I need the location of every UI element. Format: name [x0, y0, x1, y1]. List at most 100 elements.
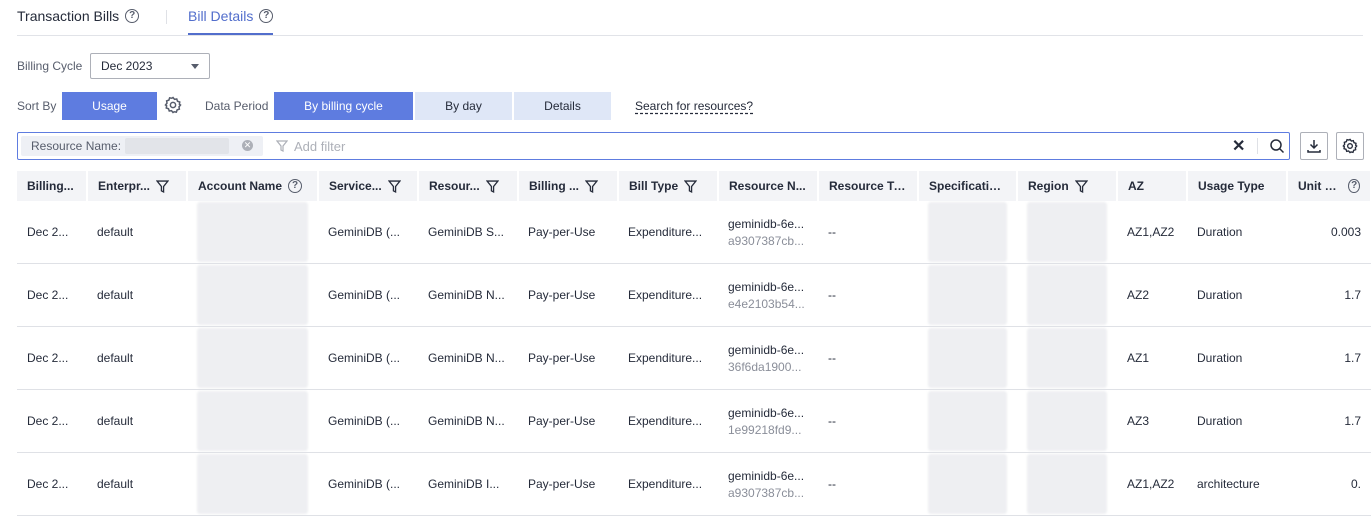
redacted-value — [928, 265, 1007, 325]
cell-unit-price: 1.7 — [1287, 389, 1371, 453]
cell-bill-type: Expenditure... — [618, 263, 718, 327]
cell-region — [1017, 263, 1117, 327]
help-icon[interactable]: ? — [259, 9, 274, 23]
cell-enterprise: default — [87, 201, 187, 264]
col-resource-name[interactable]: Resource N... — [718, 171, 819, 201]
cell-resource-tag: -- — [818, 389, 918, 453]
help-icon[interactable]: ? — [1348, 179, 1360, 193]
filter-bar[interactable]: Resource Name: ✕ Add filter ✕ — [17, 132, 1290, 160]
cell-bill-type: Expenditure... — [618, 452, 718, 516]
sort-by-usage-button[interactable]: Usage — [62, 92, 157, 120]
redacted-value — [1027, 454, 1107, 514]
cell-resource-name: geminidb-6e... a9307387cb... — [718, 201, 818, 264]
filter-icon[interactable] — [585, 179, 598, 193]
cell-resource-name: geminidb-6e... 1e99218fd9... — [718, 389, 818, 453]
filter-chip-resource-name[interactable]: Resource Name: ✕ — [21, 136, 263, 156]
cell-resource-tag: -- — [818, 263, 918, 327]
clear-filter-icon[interactable]: ✕ — [1232, 136, 1245, 156]
cell-service: GeminiDB (... — [318, 452, 418, 516]
cell-unit-price: 1.7 — [1287, 263, 1371, 327]
cell-usage-type: Duration — [1187, 201, 1287, 264]
cell-resource-type: GeminiDB N... — [418, 263, 518, 327]
col-billing-mode[interactable]: Billing ... — [518, 171, 619, 201]
cell-unit-price: 1.7 — [1287, 326, 1371, 390]
cell-unit-price: 0. — [1287, 452, 1371, 516]
col-resource-type[interactable]: Resour... — [418, 171, 519, 201]
data-period-label: Data Period — [205, 99, 269, 113]
cell-bill-type: Expenditure... — [618, 389, 718, 453]
search-resources-link[interactable]: Search for resources? — [635, 99, 753, 113]
cell-region — [1017, 389, 1117, 453]
filter-icon[interactable] — [1074, 179, 1088, 193]
resource-id: a9307387cb... — [728, 233, 805, 248]
chip-remove-icon[interactable]: ✕ — [242, 140, 253, 151]
help-icon[interactable]: ? — [288, 179, 303, 193]
cell-az: AZ1 — [1117, 326, 1187, 390]
tab-divider — [166, 10, 167, 24]
cell-billing-mode: Pay-per-Use — [518, 201, 618, 264]
cell-resource-name: geminidb-6e... 36f6da1900... — [718, 326, 818, 390]
data-period-by-day[interactable]: By day — [415, 92, 512, 120]
col-enterprise-project[interactable]: Enterpr... — [87, 171, 188, 201]
col-resource-tag[interactable]: Resource Tag — [818, 171, 919, 201]
cell-resource-type: GeminiDB N... — [418, 326, 518, 390]
table-settings-button[interactable] — [1336, 132, 1364, 160]
cell-billing-cycle: Dec 2... — [17, 201, 87, 264]
filter-icon[interactable] — [485, 179, 499, 193]
col-az[interactable]: AZ — [1117, 171, 1188, 201]
cell-resource-type: GeminiDB I... — [418, 452, 518, 516]
cell-account-name — [187, 326, 318, 390]
col-usage-type[interactable]: Usage Type — [1187, 171, 1288, 201]
tab-transaction-bills[interactable]: Transaction Bills ? — [17, 8, 140, 24]
resource-name[interactable]: geminidb-6e... — [728, 217, 808, 231]
tab-bill-details[interactable]: Bill Details ? — [188, 8, 274, 35]
resource-name[interactable]: geminidb-6e... — [728, 343, 808, 357]
filter-icon[interactable] — [156, 179, 170, 193]
help-icon[interactable]: ? — [125, 9, 140, 23]
billing-cycle-select[interactable]: Dec 2023 — [90, 53, 210, 79]
cell-bill-type: Expenditure... — [618, 201, 718, 264]
cell-specification — [918, 201, 1017, 264]
data-period-by-billing-cycle[interactable]: By billing cycle — [274, 92, 413, 120]
sort-by-label: Sort By — [17, 99, 57, 113]
col-region[interactable]: Region — [1017, 171, 1118, 201]
filter-icon — [276, 140, 288, 152]
col-bill-type[interactable]: Bill Type — [618, 171, 719, 201]
filter-icon[interactable] — [684, 179, 698, 193]
resource-id: a9307387cb... — [728, 485, 805, 500]
cell-specification — [918, 452, 1017, 516]
cell-enterprise: default — [87, 452, 187, 516]
col-unit-price[interactable]: Unit Price? — [1287, 171, 1371, 201]
tab-bar: Transaction Bills ? Bill Details ? — [0, 0, 1371, 36]
download-button[interactable] — [1300, 132, 1328, 160]
redacted-value — [928, 328, 1007, 388]
col-specification[interactable]: Specificatio... — [918, 171, 1018, 201]
cell-usage-type: architecture — [1187, 452, 1287, 516]
resource-name[interactable]: geminidb-6e... — [728, 469, 808, 483]
resource-name[interactable]: geminidb-6e... — [728, 280, 808, 294]
redacted-value — [928, 391, 1007, 451]
table-row: Dec 2... default GeminiDB (... GeminiDB … — [17, 452, 1371, 516]
billing-cycle-value: Dec 2023 — [101, 59, 153, 73]
col-service-type[interactable]: Service... — [318, 171, 419, 201]
filter-divider — [1257, 138, 1258, 154]
search-icon[interactable] — [1269, 138, 1285, 154]
redacted-value — [1027, 391, 1107, 451]
download-icon — [1307, 140, 1321, 153]
add-filter-placeholder[interactable]: Add filter — [294, 139, 345, 154]
gear-icon[interactable] — [164, 96, 182, 114]
cell-resource-type: GeminiDB N... — [418, 389, 518, 453]
cell-az: AZ1,AZ2 — [1117, 201, 1187, 264]
cell-service: GeminiDB (... — [318, 326, 418, 390]
cell-specification — [918, 263, 1017, 327]
col-billing-cycle[interactable]: Billing... — [17, 171, 88, 201]
resource-name[interactable]: geminidb-6e... — [728, 406, 808, 420]
redacted-value — [197, 265, 308, 325]
cell-specification — [918, 326, 1017, 390]
filter-icon[interactable] — [387, 179, 401, 193]
col-account-name[interactable]: Account Name? — [187, 171, 319, 201]
resource-id: 1e99218fd9... — [728, 422, 802, 437]
cell-service: GeminiDB (... — [318, 389, 418, 453]
data-period-details[interactable]: Details — [514, 92, 611, 120]
resource-id: 36f6da1900... — [728, 359, 802, 374]
